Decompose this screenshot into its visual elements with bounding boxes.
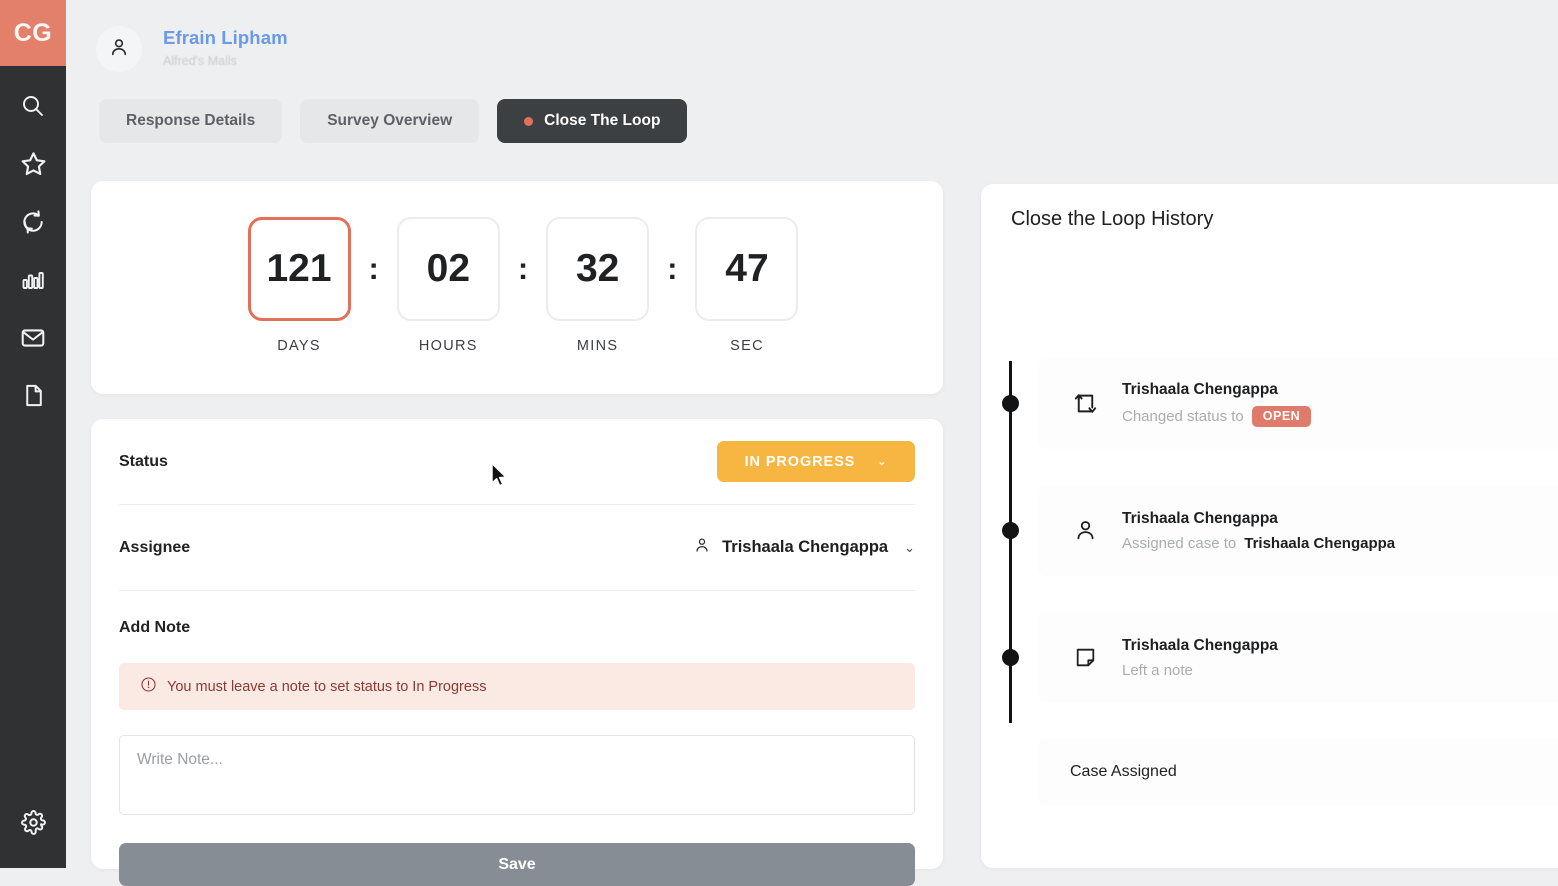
timer-unit-sec: 47 SEC: [695, 217, 799, 354]
mail-icon: [20, 325, 46, 356]
document-icon: [21, 383, 46, 413]
tab-survey-overview[interactable]: Survey Overview: [300, 99, 480, 143]
customer-avatar: [96, 26, 142, 72]
timer-separator: :: [368, 251, 379, 286]
countdown-timer-card: 121 DAYS : 02 HOURS : 32 MINS : 47 SEC: [91, 181, 943, 394]
timer-label-sec: SEC: [730, 338, 764, 354]
status-badge-open: OPEN: [1251, 405, 1312, 427]
gear-icon: [20, 810, 46, 840]
history-item-body: Trishaala Chengappa Assigned case to Tri…: [1122, 510, 1395, 552]
history-item-name: Trishaala Chengappa: [1122, 380, 1278, 398]
person-icon: [1070, 518, 1100, 543]
timer-value-mins: 32: [546, 217, 650, 321]
error-message: You must leave a note to set status to I…: [167, 678, 487, 695]
timer-label-hours: HOURS: [418, 338, 478, 354]
history-item-desc-prefix: Left a note: [1122, 661, 1193, 679]
customer-name[interactable]: Efrain Lipham: [163, 27, 288, 49]
sidebar-item-search[interactable]: [0, 79, 66, 137]
history-timeline: Trishaala Chengappa Changed status to OP…: [981, 267, 1558, 868]
timer-value-hours: 02: [396, 217, 500, 321]
sidebar-item-favorites[interactable]: [0, 137, 66, 195]
timer-unit-days: 121 DAYS: [247, 217, 351, 354]
customer-org: Alfred's Malls: [163, 54, 237, 68]
timer-label-mins: MINS: [576, 338, 619, 354]
tab-response-details[interactable]: Response Details: [99, 99, 283, 143]
history-item-desc-suffix: Trishaala Chengappa: [1244, 534, 1396, 552]
timer-unit-hours: 02 HOURS: [396, 217, 500, 354]
star-icon: [20, 150, 47, 182]
timer-label-days: DAYS: [277, 338, 321, 354]
timer-value-sec: 47: [695, 217, 799, 321]
person-icon: [693, 536, 711, 559]
add-note-label: Add Note: [119, 619, 191, 636]
tab-close-the-loop[interactable]: Close The Loop: [497, 99, 688, 143]
assignee-value: Trishaala Chengappa: [722, 538, 889, 556]
chevron-down-icon: ⌄: [877, 456, 888, 468]
history-item-name: Trishaala Chengappa: [1122, 509, 1278, 527]
app-logo[interactable]: CG: [0, 0, 66, 66]
status-label: Status: [119, 452, 168, 470]
history-item[interactable]: Trishaala Chengappa Changed status to OP…: [1038, 358, 1558, 449]
status-value: IN PROGRESS: [744, 453, 856, 470]
close-the-loop-history-panel: Close the Loop History Trishaala Chengap…: [981, 184, 1558, 868]
history-item[interactable]: Trishaala Chengappa Left a note: [1038, 612, 1558, 703]
history-item-body: Trishaala Chengappa Left a note: [1122, 637, 1278, 679]
status-dropdown-button[interactable]: IN PROGRESS ⌄: [717, 441, 915, 482]
sidebar: CG: [0, 0, 66, 868]
person-icon: [108, 36, 130, 63]
tab-label: Close The Loop: [544, 112, 661, 129]
history-item[interactable]: Trishaala Chengappa Assigned case to Tri…: [1038, 485, 1558, 576]
sidebar-item-mail[interactable]: [0, 311, 66, 369]
history-item-body: Trishaala Chengappa Changed status to OP…: [1122, 380, 1312, 427]
history-item-desc-prefix: Changed status to: [1122, 407, 1244, 425]
timer-separator: :: [517, 251, 529, 286]
timeline-dot: [1002, 395, 1019, 412]
page-header: Efrain Lipham Alfred's Malls: [66, 0, 1558, 92]
assignee-label: Assignee: [119, 538, 191, 556]
close-the-loop-form: Status IN PROGRESS ⌄ Assignee Trishaala …: [91, 419, 943, 886]
sidebar-nav: [0, 79, 66, 427]
chevron-down-icon: ⌄: [904, 539, 915, 555]
timer-value-days: 121: [247, 217, 351, 321]
timer-separator: :: [667, 251, 678, 286]
history-item-description: Left a note: [1122, 662, 1278, 679]
main-content: 121 DAYS : 02 HOURS : 32 MINS : 47 SEC S…: [91, 181, 943, 886]
search-icon: [20, 93, 46, 124]
history-footer-item[interactable]: Case Assigned: [1038, 739, 1558, 805]
note-input[interactable]: [119, 735, 915, 815]
timeline-line: [1009, 361, 1012, 723]
assignee-row: Assignee Trishaala Chengappa ⌄: [119, 505, 915, 591]
sidebar-item-documents[interactable]: [0, 369, 66, 427]
history-item-description: Changed status to OPEN: [1122, 405, 1312, 427]
exclamation-circle-icon: [140, 676, 157, 697]
countdown-timer: 121 DAYS : 02 HOURS : 32 MINS : 47 SEC: [91, 217, 943, 354]
status-row: Status IN PROGRESS ⌄: [119, 419, 915, 505]
history-item-desc-prefix: Assigned case to: [1122, 534, 1237, 552]
note-required-error: You must leave a note to set status to I…: [119, 663, 915, 710]
tab-label: Survey Overview: [327, 112, 453, 129]
timeline-dot: [1002, 522, 1019, 539]
sidebar-item-reports[interactable]: [0, 253, 66, 311]
assignee-dropdown[interactable]: Trishaala Chengappa ⌄: [693, 536, 915, 559]
timeline-dot: [1002, 649, 1019, 666]
history-item-description: Assigned case to Trishaala Chengappa: [1122, 535, 1395, 552]
status-dot-icon: [524, 116, 534, 126]
history-title: Close the Loop History: [1011, 208, 1214, 230]
loop-refresh-icon: [20, 209, 46, 240]
status-change-icon: [1070, 390, 1100, 417]
timer-unit-mins: 32 MINS: [546, 217, 650, 354]
tab-label: Response Details: [126, 112, 256, 129]
tab-bar: Response Details Survey Overview Close T…: [66, 99, 688, 143]
bar-chart-icon: [21, 268, 45, 297]
sidebar-item-settings[interactable]: [0, 796, 66, 854]
history-item-name: Trishaala Chengappa: [1122, 636, 1278, 654]
note-icon: [1070, 645, 1100, 670]
save-button[interactable]: Save: [119, 843, 915, 886]
sidebar-item-loop[interactable]: [0, 195, 66, 253]
